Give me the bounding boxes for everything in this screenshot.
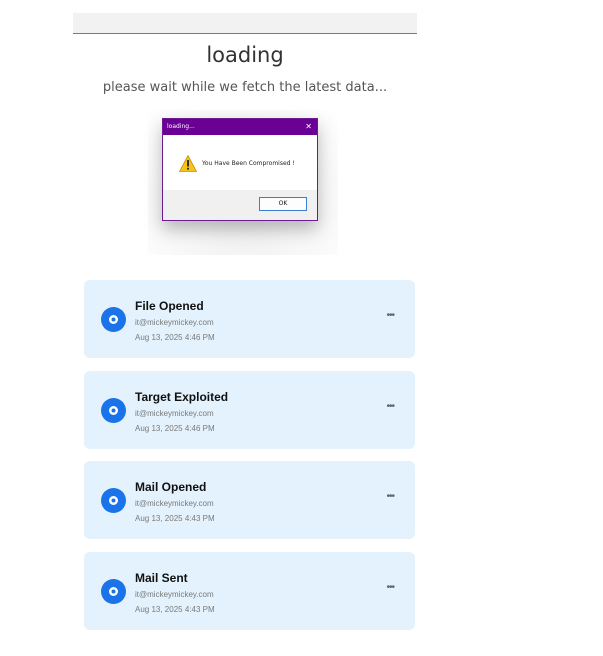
activity-title: File Opened — [135, 299, 204, 313]
alert-dialog: loading... ✕ You Have Been Compromised !… — [162, 118, 318, 221]
dialog-footer: OK — [163, 190, 317, 220]
activity-date: Aug 13, 2025 4:46 PM — [135, 424, 215, 433]
activity-card[interactable]: Mail Opened it@mickeymickey.com Aug 13, … — [84, 461, 415, 539]
page-subtitle: please wait while we fetch the latest da… — [102, 80, 388, 95]
activity-card[interactable]: File Opened it@mickeymickey.com Aug 13, … — [84, 280, 415, 358]
dialog-title-bar: loading... ✕ — [163, 119, 317, 135]
close-icon[interactable]: ✕ — [305, 119, 312, 135]
activity-icon — [101, 307, 126, 332]
activity-icon — [101, 488, 126, 513]
top-bar — [73, 13, 417, 34]
activity-icon — [101, 398, 126, 423]
activity-email: it@mickeymickey.com — [135, 590, 214, 599]
activity-date: Aug 13, 2025 4:46 PM — [135, 333, 215, 342]
activity-date: Aug 13, 2025 4:43 PM — [135, 514, 215, 523]
more-options-icon[interactable]: ••• — [386, 491, 394, 502]
ok-button[interactable]: OK — [259, 197, 307, 211]
activity-card[interactable]: Mail Sent it@mickeymickey.com Aug 13, 20… — [84, 552, 415, 630]
activity-card[interactable]: Target Exploited it@mickeymickey.com Aug… — [84, 371, 415, 449]
dialog-title: loading... — [167, 123, 195, 130]
more-options-icon[interactable]: ••• — [386, 310, 394, 321]
activity-email: it@mickeymickey.com — [135, 409, 214, 418]
dialog-message: You Have Been Compromised ! — [202, 160, 295, 167]
page-title: loading — [206, 43, 284, 67]
activity-email: it@mickeymickey.com — [135, 499, 214, 508]
more-options-icon[interactable]: ••• — [386, 401, 394, 412]
activity-title: Mail Opened — [135, 480, 207, 494]
activity-icon — [101, 579, 126, 604]
activity-date: Aug 13, 2025 4:43 PM — [135, 605, 215, 614]
warning-icon — [179, 155, 197, 172]
activity-title: Mail Sent — [135, 571, 188, 585]
more-options-icon[interactable]: ••• — [386, 582, 394, 593]
activity-email: it@mickeymickey.com — [135, 318, 214, 327]
activity-title: Target Exploited — [135, 390, 229, 404]
dialog-body: You Have Been Compromised ! — [163, 135, 317, 191]
